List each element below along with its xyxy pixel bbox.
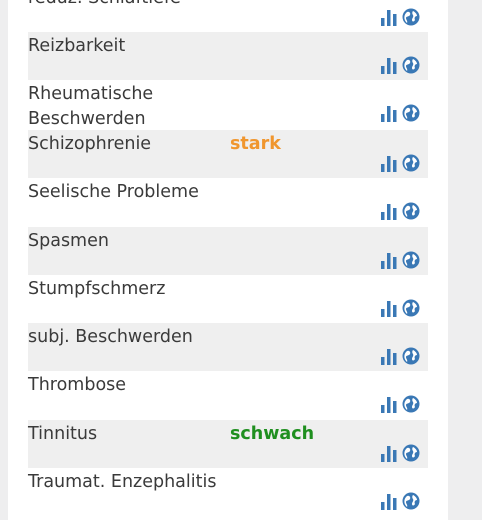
globe-icon[interactable] bbox=[402, 202, 420, 220]
row-actions bbox=[380, 395, 422, 413]
symptom-name: Rheumatische Beschwerden bbox=[28, 84, 154, 129]
symptom-name: Stumpfschmerz bbox=[28, 279, 166, 299]
bar-chart-icon[interactable] bbox=[380, 8, 398, 26]
globe-icon[interactable] bbox=[402, 395, 420, 413]
globe-icon[interactable] bbox=[402, 492, 420, 510]
list-item[interactable]: Seelische Probleme bbox=[28, 178, 428, 226]
globe-icon[interactable] bbox=[402, 56, 420, 74]
row-actions bbox=[380, 56, 422, 74]
globe-icon[interactable] bbox=[402, 444, 420, 462]
list-item[interactable]: Reizbarkeit bbox=[28, 32, 428, 80]
symptom-name: Spasmen bbox=[28, 231, 109, 251]
symptom-name: reduz. Schlaftiefe bbox=[28, 0, 218, 11]
symptom-name: Traumat. Enzephalitis bbox=[28, 472, 217, 492]
list-item[interactable]: Rheumatische Beschwerden bbox=[28, 80, 428, 129]
row-actions bbox=[380, 299, 422, 317]
bar-chart-icon[interactable] bbox=[380, 202, 398, 220]
globe-icon[interactable] bbox=[402, 8, 420, 26]
globe-icon[interactable] bbox=[402, 299, 420, 317]
symptom-list-panel: reduz. Schlaftiefe Reizbarkeit Rheumatis… bbox=[8, 0, 448, 520]
row-actions bbox=[380, 8, 422, 26]
symptom-name: Tinnitus bbox=[28, 424, 98, 444]
globe-icon[interactable] bbox=[402, 347, 420, 365]
bar-chart-icon[interactable] bbox=[380, 251, 398, 269]
list-item[interactable]: Schizophrenie stark bbox=[28, 130, 428, 178]
bar-chart-icon[interactable] bbox=[380, 154, 398, 172]
bar-chart-icon[interactable] bbox=[380, 395, 398, 413]
list-item[interactable]: reduz. Schlaftiefe bbox=[28, 0, 428, 32]
bar-chart-icon[interactable] bbox=[380, 347, 398, 365]
list-item[interactable]: Tinnitus schwach bbox=[28, 420, 428, 468]
strength-label: schwach bbox=[230, 424, 315, 444]
row-actions bbox=[380, 202, 422, 220]
list-item[interactable]: Traumat. Enzephalitis bbox=[28, 468, 428, 516]
bar-chart-icon[interactable] bbox=[380, 492, 398, 510]
row-actions bbox=[380, 444, 422, 462]
symptom-name: Seelische Probleme bbox=[28, 182, 199, 202]
row-actions bbox=[380, 154, 422, 172]
globe-icon[interactable] bbox=[402, 251, 420, 269]
strength-label: stark bbox=[230, 134, 281, 154]
bar-chart-icon[interactable] bbox=[380, 56, 398, 74]
row-actions bbox=[380, 492, 422, 510]
list-item[interactable]: Thrombose bbox=[28, 371, 428, 419]
row-actions bbox=[380, 347, 422, 365]
bar-chart-icon[interactable] bbox=[380, 104, 398, 122]
globe-icon[interactable] bbox=[402, 104, 420, 122]
bar-chart-icon[interactable] bbox=[380, 444, 398, 462]
row-actions bbox=[380, 104, 422, 122]
list-item[interactable]: Spasmen bbox=[28, 227, 428, 275]
bar-chart-icon[interactable] bbox=[380, 299, 398, 317]
globe-icon[interactable] bbox=[402, 154, 420, 172]
symptom-name: Reizbarkeit bbox=[28, 36, 126, 56]
symptom-name: Schizophrenie bbox=[28, 134, 152, 154]
row-actions bbox=[380, 251, 422, 269]
symptom-name: Thrombose bbox=[28, 375, 127, 395]
symptom-name: subj. Beschwerden bbox=[28, 327, 193, 347]
list-item[interactable]: subj. Beschwerden bbox=[28, 323, 428, 371]
list-item[interactable]: Stumpfschmerz bbox=[28, 275, 428, 323]
